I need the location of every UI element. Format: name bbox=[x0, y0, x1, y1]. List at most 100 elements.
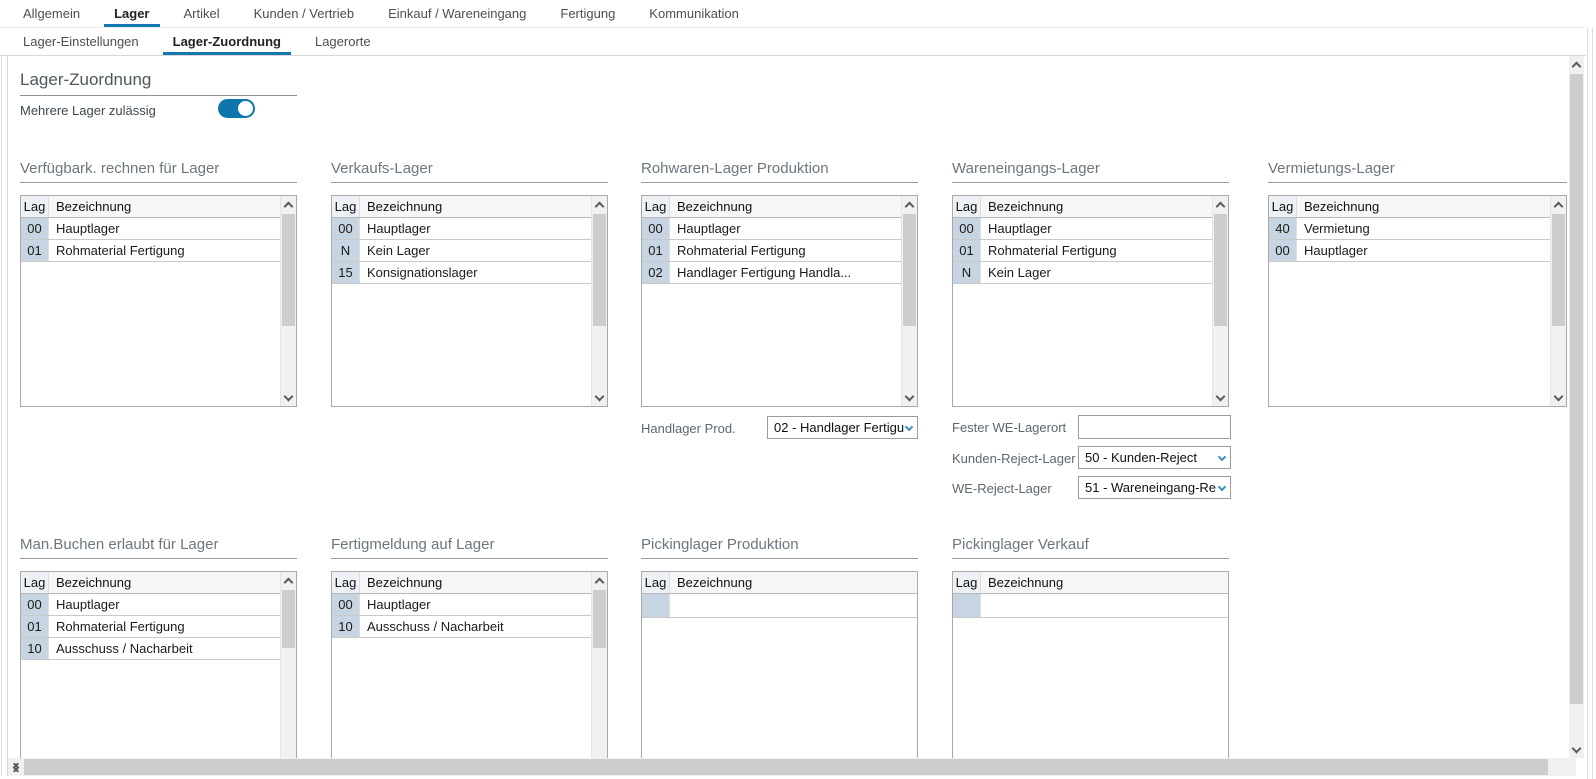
table-header: Lag Bezeichnung bbox=[332, 572, 591, 594]
table-scrollbar[interactable] bbox=[591, 196, 607, 406]
lager-table: Lag Bezeichnung 00 Hauptlager 01 Rohmate… bbox=[641, 195, 918, 407]
table-row[interactable]: 01 Rohmaterial Fertigung bbox=[642, 240, 901, 262]
scroll-down-button[interactable] bbox=[1213, 389, 1228, 406]
panel-title: Pickinglager Verkauf bbox=[952, 536, 1229, 559]
table-scrollbar[interactable] bbox=[901, 196, 917, 406]
column-header-lag: Lag bbox=[642, 196, 670, 217]
table-row[interactable]: N Kein Lager bbox=[332, 240, 591, 262]
table-row[interactable]: 02 Handlager Fertigung Handla... bbox=[642, 262, 901, 284]
scroll-up-button[interactable] bbox=[1551, 196, 1566, 213]
table-row[interactable]: N Kein Lager bbox=[953, 262, 1212, 284]
scrollbar-thumb[interactable] bbox=[282, 590, 295, 648]
tab-fertigung[interactable]: Fertigung bbox=[543, 0, 632, 27]
scroll-up-button[interactable] bbox=[592, 196, 607, 213]
tab-lager[interactable]: Lager bbox=[97, 0, 166, 27]
toggle-label: Mehrere Lager zulässig bbox=[20, 103, 156, 118]
mehrere-lager-toggle[interactable] bbox=[218, 99, 255, 118]
table-header: Lag Bezeichnung bbox=[332, 196, 591, 218]
table-row[interactable]: 01 Rohmaterial Fertigung bbox=[21, 240, 280, 262]
scroll-up-button[interactable] bbox=[592, 572, 607, 589]
fester-we-lagerort-input[interactable] bbox=[1078, 415, 1231, 439]
table-header: Lag Bezeichnung bbox=[1269, 196, 1550, 218]
tab-einkauf-wareneingang[interactable]: Einkauf / Wareneingang bbox=[371, 0, 543, 27]
table-row[interactable]: 00 Hauptlager bbox=[332, 218, 591, 240]
scroll-up-button[interactable] bbox=[902, 196, 917, 213]
table-scrollbar[interactable] bbox=[280, 196, 296, 406]
scrollbar-thumb[interactable] bbox=[1570, 74, 1583, 704]
scrollbar-thumb[interactable] bbox=[593, 214, 606, 326]
column-header-lag: Lag bbox=[332, 572, 360, 593]
column-header-lag: Lag bbox=[642, 572, 670, 593]
scrollbar-thumb[interactable] bbox=[1552, 214, 1565, 326]
chevron-up-icon bbox=[1554, 202, 1564, 212]
table-row[interactable]: 00 Hauptlager bbox=[332, 594, 591, 616]
panel-title: Vermietungs-Lager bbox=[1268, 160, 1567, 183]
scrollbar-thumb[interactable] bbox=[593, 590, 606, 648]
chevron-up-icon bbox=[284, 202, 294, 212]
chevron-down-icon bbox=[905, 422, 913, 430]
column-header-lag: Lag bbox=[953, 572, 981, 593]
table-row[interactable]: 15 Konsignationslager bbox=[332, 262, 591, 284]
table-row[interactable]: 00 Hauptlager bbox=[1269, 240, 1550, 262]
chevron-up-icon bbox=[1572, 62, 1582, 72]
scrollbar-thumb[interactable] bbox=[903, 214, 916, 326]
scrollbar-thumb[interactable] bbox=[24, 759, 1548, 775]
scrollbar-thumb[interactable] bbox=[282, 214, 295, 326]
table-row[interactable]: 01 Rohmaterial Fertigung bbox=[21, 616, 280, 638]
page-vertical-scrollbar[interactable] bbox=[1569, 56, 1584, 758]
page-horizontal-scrollbar[interactable] bbox=[8, 758, 1576, 776]
table-row[interactable]: 10 Ausschuss / Nacharbeit bbox=[332, 616, 591, 638]
scroll-up-button[interactable] bbox=[281, 572, 296, 589]
subtab-lager-zuordnung[interactable]: Lager-Zuordnung bbox=[156, 28, 298, 55]
scroll-down-button[interactable] bbox=[1569, 741, 1584, 758]
table-row[interactable]: 00 Hauptlager bbox=[21, 218, 280, 240]
table-row[interactable]: 01 Rohmaterial Fertigung bbox=[953, 240, 1212, 262]
column-header-bezeichnung: Bezeichnung bbox=[360, 572, 591, 593]
scroll-up-button[interactable] bbox=[1213, 196, 1228, 213]
table-header: Lag Bezeichnung bbox=[642, 196, 901, 218]
scroll-down-button[interactable] bbox=[592, 389, 607, 406]
chevron-down-icon bbox=[1554, 392, 1564, 402]
panel-pickinglager-verkauf: Pickinglager Verkauf Lag Bezeichnung bbox=[952, 536, 1229, 758]
scroll-down-button[interactable] bbox=[902, 389, 917, 406]
scroll-up-button[interactable] bbox=[281, 196, 296, 213]
column-header-bezeichnung: Bezeichnung bbox=[670, 572, 917, 593]
scroll-down-button[interactable] bbox=[1551, 389, 1566, 406]
chevron-down-icon bbox=[905, 392, 915, 402]
column-header-bezeichnung: Bezeichnung bbox=[49, 196, 280, 217]
chevron-right-icon bbox=[10, 762, 20, 772]
column-header-lag: Lag bbox=[332, 196, 360, 217]
tab-kunden-vertrieb[interactable]: Kunden / Vertrieb bbox=[237, 0, 371, 27]
handlager-prod-select[interactable]: 02 - Handlager Fertigu bbox=[767, 416, 918, 439]
chevron-down-icon bbox=[284, 392, 294, 402]
table-row[interactable]: 00 Hauptlager bbox=[953, 218, 1212, 240]
tab-artikel[interactable]: Artikel bbox=[167, 0, 237, 27]
scrollbar-thumb[interactable] bbox=[1214, 214, 1227, 326]
panel-verkaufs-lager: Verkaufs-Lager Lag Bezeichnung 00 Hauptl… bbox=[331, 160, 608, 407]
table-row[interactable]: 00 Hauptlager bbox=[21, 594, 280, 616]
column-header-bezeichnung: Bezeichnung bbox=[981, 196, 1212, 217]
scroll-down-button[interactable] bbox=[281, 389, 296, 406]
table-scrollbar[interactable] bbox=[591, 572, 607, 758]
subtab-lagerorte[interactable]: Lagerorte bbox=[298, 28, 388, 55]
table-scrollbar[interactable] bbox=[1212, 196, 1228, 406]
kunden-reject-lager-select[interactable]: 50 - Kunden-Reject bbox=[1078, 446, 1231, 469]
secondary-tab-bar: Lager-Einstellungen Lager-Zuordnung Lage… bbox=[6, 28, 388, 55]
table-row[interactable]: 10 Ausschuss / Nacharbeit bbox=[21, 638, 280, 660]
column-header-bezeichnung: Bezeichnung bbox=[360, 196, 591, 217]
tab-kommunikation[interactable]: Kommunikation bbox=[632, 0, 756, 27]
tab-allgemein[interactable]: Allgemein bbox=[6, 0, 97, 27]
chevron-up-icon bbox=[284, 578, 294, 588]
column-header-lag: Lag bbox=[1269, 196, 1297, 217]
scroll-up-button[interactable] bbox=[1569, 56, 1584, 73]
table-scrollbar[interactable] bbox=[1550, 196, 1566, 406]
scroll-right-button[interactable] bbox=[8, 758, 24, 776]
we-reject-lager-select[interactable]: 51 - Wareneingang-Re bbox=[1078, 476, 1231, 499]
handlager-prod-label: Handlager Prod. bbox=[641, 421, 736, 436]
table-row-empty[interactable] bbox=[953, 594, 1228, 618]
subtab-lager-einstellungen[interactable]: Lager-Einstellungen bbox=[6, 28, 156, 55]
table-row[interactable]: 00 Hauptlager bbox=[642, 218, 901, 240]
table-row[interactable]: 40 Vermietung bbox=[1269, 218, 1550, 240]
table-row-empty[interactable] bbox=[642, 594, 917, 618]
table-scrollbar[interactable] bbox=[280, 572, 296, 758]
